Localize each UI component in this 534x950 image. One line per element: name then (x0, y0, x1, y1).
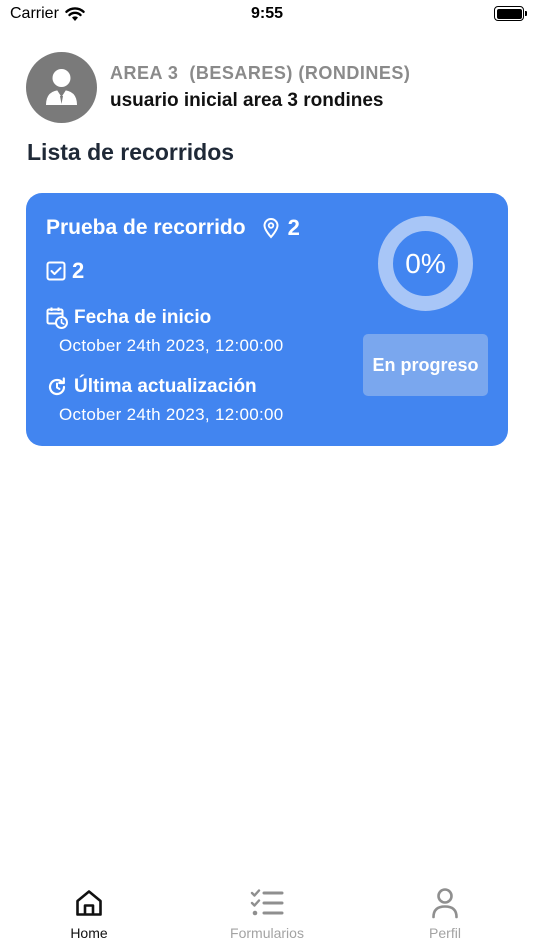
start-date-section: Fecha de inicio October 24th 2023, 12:00… (46, 307, 284, 356)
status-bar: Carrier 9:55 (0, 0, 534, 30)
last-update-value: October 24th 2023, 12:00:00 (59, 405, 284, 424)
checkbox-icon (46, 261, 66, 281)
start-date-value: October 24th 2023, 12:00:00 (59, 336, 284, 355)
battery-icon (494, 6, 527, 21)
calendar-clock-icon (46, 307, 68, 329)
refresh-clock-icon (48, 377, 66, 396)
avatar[interactable] (26, 52, 97, 123)
home-icon (76, 890, 102, 916)
last-update-section: Última actualización October 24th 2023, … (46, 376, 284, 425)
tour-card[interactable]: Prueba de recorrido 2 2 Fecha de inicio … (26, 193, 508, 446)
tab-home[interactable]: Home (19, 885, 159, 941)
status-time: 9:55 (250, 5, 284, 22)
progress-percent: 0% (405, 247, 446, 279)
user-header: AREA 3 (BESARES) (RONDINES) usuario inic… (26, 52, 410, 123)
tab-home-label: Home (70, 925, 108, 941)
user-avatar-icon (46, 69, 77, 105)
tour-title: Prueba de recorrido (46, 216, 246, 239)
last-update-label: Última actualización (74, 376, 257, 397)
status-badge: En progreso (363, 334, 488, 396)
user-name: usuario inicial area 3 rondines (110, 90, 384, 111)
person-icon (432, 888, 458, 919)
points-count: 2 (287, 215, 300, 240)
tab-formularios-label: Formularios (230, 925, 304, 941)
tab-perfil[interactable]: Perfil (375, 885, 515, 941)
location-pin-icon (262, 217, 280, 239)
start-date-label: Fecha de inicio (74, 307, 212, 328)
area-name: AREA 3 (BESARES) (RONDINES) (110, 63, 411, 83)
forms-count: 2 (72, 258, 85, 283)
tab-formularios[interactable]: Formularios (197, 885, 337, 941)
tab-bar: Home Formularios Perfil (0, 885, 534, 950)
page-title: Lista de recorridos (27, 139, 235, 165)
tab-perfil-label: Perfil (429, 925, 461, 941)
checklist-icon (250, 889, 284, 916)
